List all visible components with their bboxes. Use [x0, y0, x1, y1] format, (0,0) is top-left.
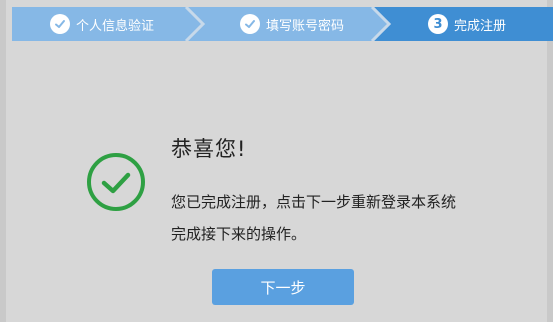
step-account-password: 填写账号密码	[240, 7, 344, 41]
step-personal-info: 个人信息验证	[50, 7, 154, 41]
next-step-button[interactable]: 下一步	[212, 269, 354, 305]
success-check-circle-icon	[85, 151, 147, 213]
step-label: 完成注册	[454, 18, 507, 34]
step-label: 填写账号密码	[266, 18, 345, 34]
check-icon	[50, 14, 70, 34]
check-icon	[240, 14, 260, 34]
message-line: 完成接下来的操作。	[171, 225, 307, 243]
registration-stepper: 个人信息验证 填写账号密码 3 完成注册	[12, 7, 553, 41]
step-label: 个人信息验证	[76, 18, 155, 34]
message-line: 您已完成注册，点击下一步重新登录本系统	[171, 193, 457, 211]
success-title: 恭喜您!	[171, 137, 247, 161]
step-complete-registration: 3 完成注册	[428, 7, 506, 41]
success-message: 您已完成注册，点击下一步重新登录本系统 完成接下来的操作。	[171, 186, 501, 250]
step-number-badge: 3	[428, 14, 448, 34]
step-number: 3	[433, 16, 443, 32]
registration-complete-dialog: 个人信息验证 填写账号密码 3 完成注册 恭喜您! 您已完成注册，点击下一步重新…	[0, 0, 553, 322]
